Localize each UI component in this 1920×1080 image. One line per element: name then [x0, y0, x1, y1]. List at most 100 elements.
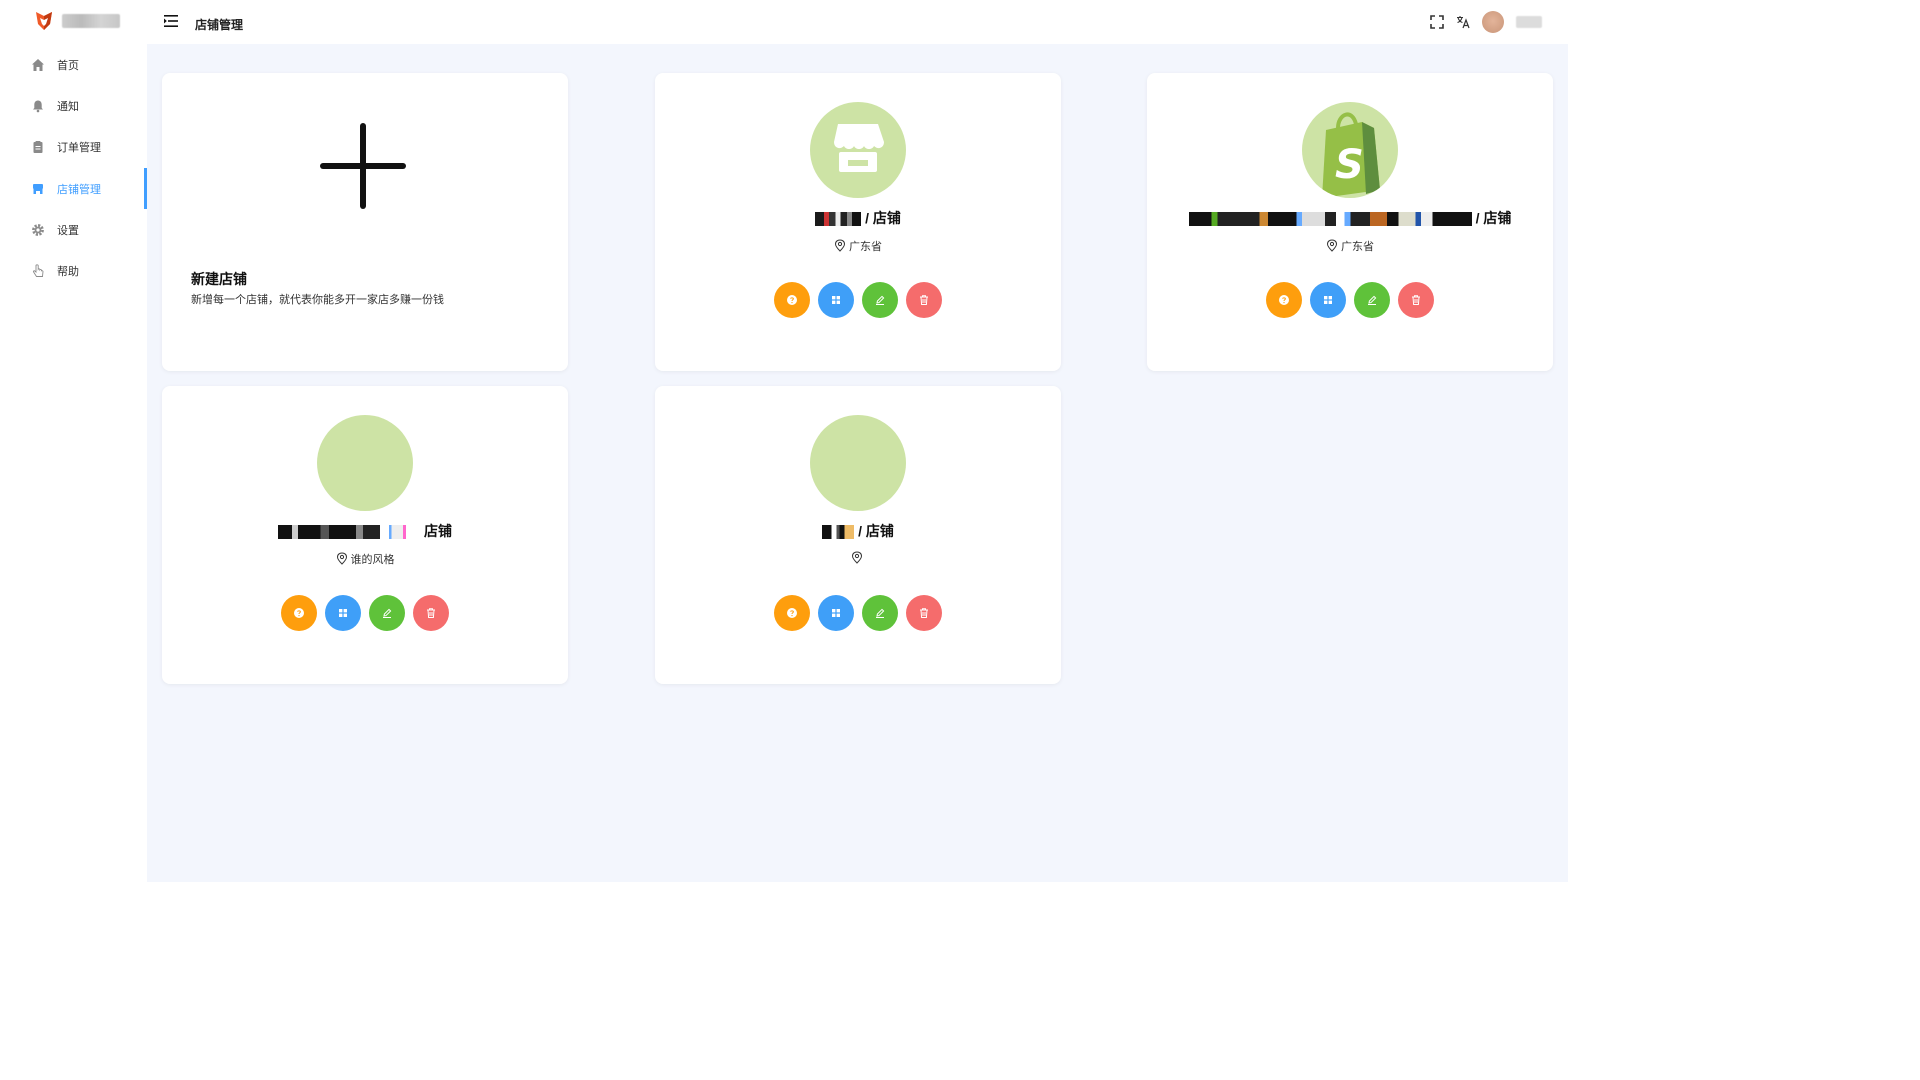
grid-icon	[1324, 296, 1332, 304]
store-location	[655, 551, 1061, 565]
location-pin-icon	[336, 552, 347, 565]
new-store-description: 新增每一个店铺，就代表你能多开一家店多赚一份钱	[191, 294, 444, 306]
edit-icon	[876, 608, 885, 618]
edit-button[interactable]	[1354, 282, 1390, 318]
edit-button[interactable]	[862, 282, 898, 318]
sidebar-item-settings[interactable]: 设置	[0, 209, 147, 250]
delete-button[interactable]	[906, 282, 942, 318]
top-header: 店铺管理	[147, 0, 1568, 44]
help-button[interactable]	[281, 595, 317, 631]
edit-button[interactable]	[369, 595, 405, 631]
grid-icon	[832, 609, 840, 617]
page-title: 店铺管理	[195, 18, 244, 32]
sidebar-item-notifications[interactable]: 通知	[0, 85, 147, 126]
app-name-redacted	[62, 14, 120, 28]
app-logo[interactable]	[34, 10, 120, 32]
question-icon	[1279, 295, 1289, 305]
delete-button[interactable]	[906, 595, 942, 631]
edit-icon	[876, 295, 885, 305]
trash-icon	[920, 295, 928, 305]
location-pin-icon	[834, 239, 846, 252]
help-button[interactable]	[774, 282, 810, 318]
grid-button[interactable]	[818, 595, 854, 631]
sidebar-item-stores[interactable]: 店铺管理	[0, 167, 147, 210]
svg-text:S: S	[1335, 142, 1364, 188]
store-icon	[33, 183, 43, 194]
store-name-suffix: / 店铺	[865, 210, 901, 226]
sidebar-item-help[interactable]: 帮助	[0, 250, 147, 291]
clipboard-icon	[33, 141, 43, 154]
grid-icon	[832, 296, 840, 304]
delete-button[interactable]	[1398, 282, 1434, 318]
store-icon	[834, 124, 884, 172]
store-name: / 店铺	[1147, 208, 1553, 228]
store-name-redacted	[822, 525, 855, 540]
trash-icon	[920, 608, 928, 618]
edit-icon	[383, 608, 392, 618]
store-logo-placeholder	[810, 415, 906, 511]
trash-icon	[1412, 295, 1420, 305]
store-name-suffix: / 店铺	[1475, 210, 1512, 226]
question-icon	[787, 608, 797, 618]
translate-icon[interactable]	[1456, 15, 1470, 29]
store-location: 谁的风格	[162, 551, 568, 567]
store-logo	[810, 102, 906, 198]
main-content: 新建店铺 新增每一个店铺，就代表你能多开一家店多赚一份钱 / 店铺 广东省 S …	[147, 44, 1568, 882]
store-card: S / 店铺 广东省	[1147, 73, 1553, 371]
edit-button[interactable]	[862, 595, 898, 631]
plus-icon	[320, 123, 406, 209]
store-name: / 店铺	[655, 521, 1061, 541]
store-card: / 店铺	[655, 386, 1061, 684]
fullscreen-icon[interactable]	[1430, 15, 1444, 29]
delete-button[interactable]	[413, 595, 449, 631]
header-actions	[1430, 11, 1542, 33]
new-store-title: 新建店铺	[191, 271, 247, 287]
gear-icon	[32, 223, 44, 236]
new-store-card[interactable]: 新建店铺 新增每一个店铺，就代表你能多开一家店多赚一份钱	[162, 73, 568, 371]
grid-icon	[339, 609, 347, 617]
sidebar-menu: 首页 通知 订单管理 店铺管理 设置 帮助	[0, 44, 147, 292]
location-pin-icon	[1326, 239, 1338, 252]
location-pin-icon	[851, 551, 862, 564]
avatar[interactable]	[1482, 11, 1504, 33]
store-location: 广东省	[1147, 238, 1553, 254]
store-card: 店铺 谁的风格	[162, 386, 568, 684]
sidebar-item-label: 首页	[57, 59, 79, 72]
question-icon	[294, 608, 304, 618]
grid-button[interactable]	[325, 595, 361, 631]
store-location: 广东省	[655, 238, 1061, 254]
sidebar-item-label: 设置	[57, 224, 79, 237]
sidebar-item-label: 通知	[57, 100, 79, 113]
sidebar-item-label: 订单管理	[57, 142, 101, 155]
store-location-label: 广东省	[1341, 241, 1374, 253]
store-location-label: 谁的风格	[350, 554, 395, 566]
help-button[interactable]	[774, 595, 810, 631]
question-icon	[787, 295, 797, 305]
store-actions	[162, 595, 568, 631]
store-logo-placeholder	[317, 415, 413, 511]
menu-fold-icon[interactable]	[164, 15, 178, 27]
bell-icon	[33, 100, 43, 113]
grid-button[interactable]	[1310, 282, 1346, 318]
store-name-redacted	[278, 525, 420, 540]
store-logo: S	[1302, 102, 1398, 198]
trash-icon	[427, 608, 435, 618]
pointer-hand-icon	[32, 264, 44, 278]
store-name: 店铺	[162, 521, 568, 541]
sidebar: 首页 通知 订单管理 店铺管理 设置 帮助	[0, 0, 147, 882]
sidebar-item-home[interactable]: 首页	[0, 44, 147, 85]
store-name-suffix: / 店铺	[858, 523, 894, 539]
sidebar-item-label: 帮助	[57, 266, 79, 279]
grid-button[interactable]	[818, 282, 854, 318]
store-name-suffix: 店铺	[424, 523, 452, 539]
store-name-redacted	[815, 212, 862, 227]
sidebar-item-orders[interactable]: 订单管理	[0, 127, 147, 168]
store-actions	[1147, 282, 1553, 318]
edit-icon	[1368, 295, 1377, 305]
store-card: / 店铺 广东省	[655, 73, 1061, 371]
help-button[interactable]	[1266, 282, 1302, 318]
store-name: / 店铺	[655, 208, 1061, 228]
fox-logo-icon	[36, 12, 52, 30]
username-redacted[interactable]	[1516, 16, 1542, 28]
sidebar-item-label: 店铺管理	[57, 183, 101, 196]
